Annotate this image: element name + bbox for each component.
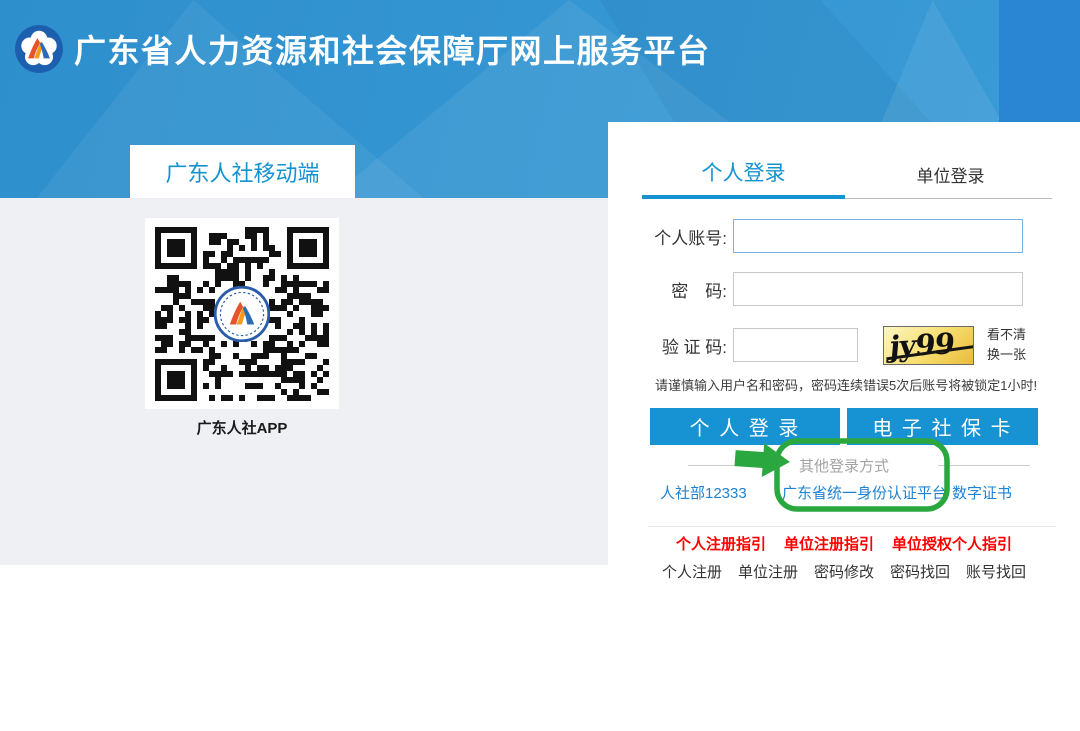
tab-personal-login[interactable]: 个人登录 xyxy=(642,157,845,187)
account-row: 个人账号: xyxy=(608,219,1080,253)
tab-mobile-apps[interactable]: 广东人社移动端 xyxy=(130,145,355,198)
link-gd-unified-identity[interactable]: 广东省统一身份认证平台 xyxy=(782,482,947,503)
button-row: 个 人 登 录 电 子 社 保 卡 xyxy=(650,408,1080,445)
link-personal-register[interactable]: 个人注册 xyxy=(662,561,722,582)
account-input[interactable] xyxy=(733,219,1023,253)
login-panel: 个人登录 单位登录 个人账号: 密 码: 验 证 码: jy99 看不清 换一张 xyxy=(608,122,1080,565)
electronic-social-card-button[interactable]: 电 子 社 保 卡 xyxy=(847,408,1038,445)
link-unit-register-guide[interactable]: 单位注册指引 xyxy=(784,533,874,554)
captcha-refresh-link[interactable]: 看不清 换一张 xyxy=(987,325,1026,365)
brand: 广东省人力资源和社会保障厅网上服务平台 xyxy=(14,24,711,74)
link-unit-register[interactable]: 单位注册 xyxy=(738,561,798,582)
link-password-change[interactable]: 密码修改 xyxy=(814,561,874,582)
captcha-row: 验 证 码: jy99 看不清 换一张 xyxy=(608,325,1080,365)
captcha-refresh-line1: 看不清 xyxy=(987,325,1026,345)
captcha-label: 验 证 码: xyxy=(608,333,727,358)
tab-divider-line xyxy=(845,198,1052,199)
page: 广东省人力资源和社会保障厅网上服务平台 广东人社移动端 广东人社APP 个人登录… xyxy=(0,0,1080,731)
link-account-recover[interactable]: 账号找回 xyxy=(966,561,1026,582)
captcha-input[interactable] xyxy=(733,328,858,362)
site-logo-icon xyxy=(14,24,64,74)
other-login-label: 其他登录方式 xyxy=(799,458,889,475)
tab-unit-login[interactable]: 单位登录 xyxy=(878,162,1023,187)
qr-wrap xyxy=(155,227,329,401)
link-digital-certificate[interactable]: 数字证书 xyxy=(952,482,1012,503)
site-title: 广东省人力资源和社会保障厅网上服务平台 xyxy=(74,26,711,72)
link-unit-authorize-guide[interactable]: 单位授权个人指引 xyxy=(892,533,1012,554)
other-login-divider: 其他登录方式 xyxy=(608,455,1080,475)
captcha-image[interactable]: jy99 xyxy=(883,326,974,365)
link-password-recover[interactable]: 密码找回 xyxy=(890,561,950,582)
divider-line-left xyxy=(688,465,750,466)
bottom-links-row: 个人注册 单位注册 密码修改 密码找回 账号找回 xyxy=(608,561,1080,582)
link-personal-register-guide[interactable]: 个人注册指引 xyxy=(676,533,766,554)
captcha-refresh-line2: 换一张 xyxy=(987,345,1026,365)
qr-caption: 广东人社APP xyxy=(145,417,339,438)
divider-line-right xyxy=(938,465,1030,466)
password-label: 密 码: xyxy=(608,277,727,302)
qr-center-logo-icon xyxy=(214,286,270,342)
qr-card xyxy=(145,218,339,409)
password-row: 密 码: xyxy=(608,272,1080,306)
personal-login-button[interactable]: 个 人 登 录 xyxy=(650,408,840,445)
password-input[interactable] xyxy=(733,272,1023,306)
active-tab-underline xyxy=(642,195,845,199)
guide-links-row: 个人注册指引 单位注册指引 单位授权个人指引 xyxy=(608,533,1080,554)
login-tabs: 个人登录 单位登录 xyxy=(608,122,1080,199)
account-label: 个人账号: xyxy=(608,224,727,249)
link-mohrss-12333[interactable]: 人社部12333 xyxy=(660,482,747,503)
section-divider xyxy=(648,526,1056,527)
login-warning-text: 请谨慎输入用户名和密码，密码连续错误5次后账号将被锁定1小时! xyxy=(655,375,1080,394)
other-login-links: 人社部12333 广东省统一身份认证平台 数字证书 xyxy=(608,482,1080,502)
tab-mobile-apps-label: 广东人社移动端 xyxy=(165,156,319,188)
